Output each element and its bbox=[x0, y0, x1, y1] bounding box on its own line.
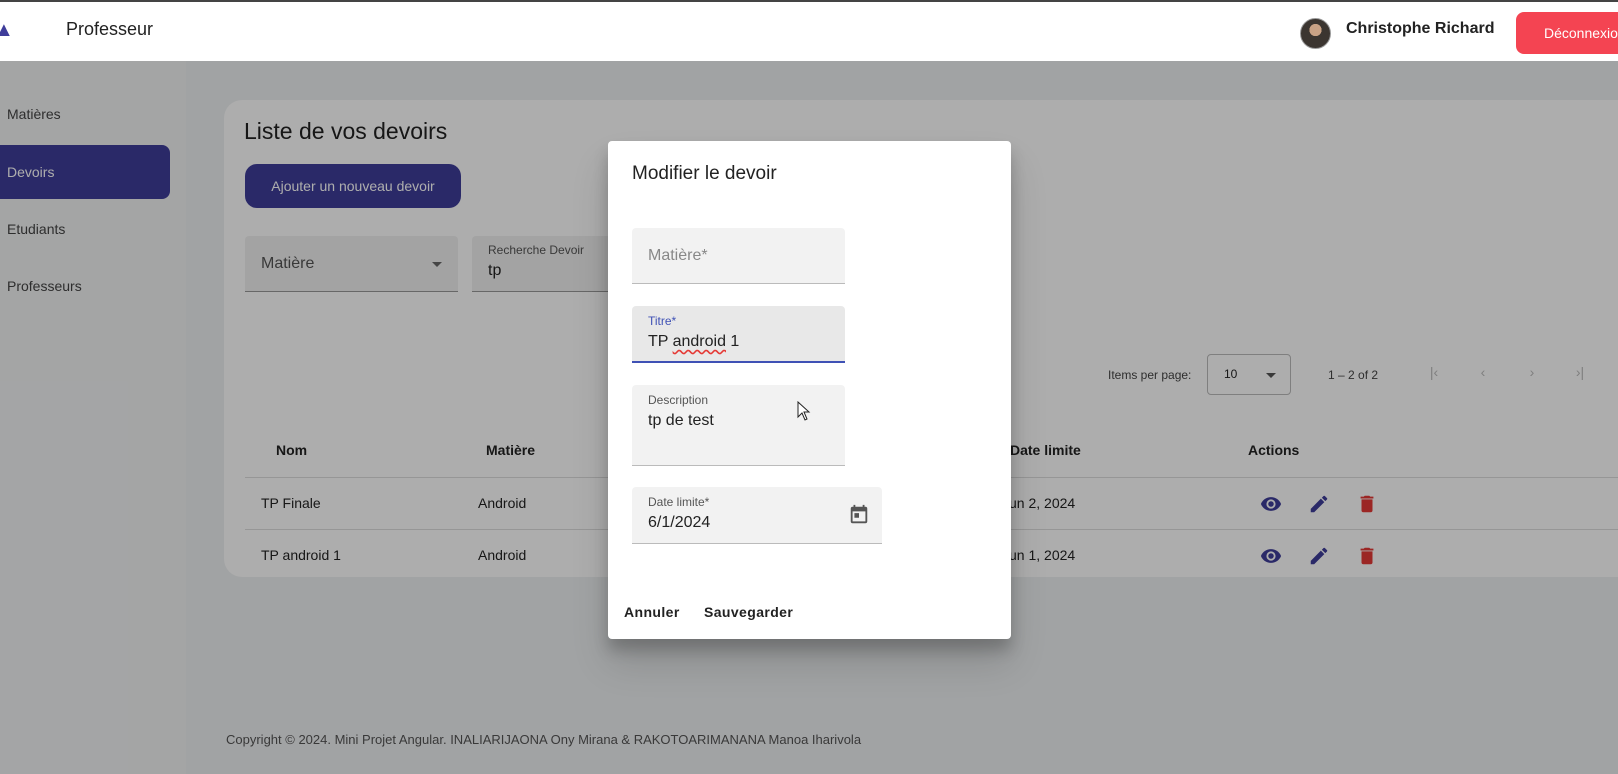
matiere-select[interactable]: Matière* bbox=[632, 228, 845, 284]
user-name: Christophe Richard bbox=[1346, 20, 1495, 37]
date-limite-label: Date limite* bbox=[648, 495, 710, 509]
mouse-cursor-icon bbox=[797, 401, 811, 421]
avatar[interactable] bbox=[1300, 18, 1331, 49]
matiere-placeholder: Matière* bbox=[648, 247, 708, 264]
cancel-button[interactable]: Annuler bbox=[624, 604, 680, 620]
app-title: Professeur bbox=[66, 19, 154, 39]
titre-label: Titre* bbox=[648, 314, 677, 328]
edit-devoir-dialog: Modifier le devoir Matière* Titre* TP an… bbox=[608, 141, 1011, 639]
save-button[interactable]: Sauvegarder bbox=[704, 604, 793, 620]
titre-value: TP android 1 bbox=[648, 333, 740, 350]
calendar-icon[interactable] bbox=[848, 504, 870, 526]
titre-field[interactable]: Titre* TP android 1 bbox=[632, 306, 845, 363]
date-limite-field[interactable]: Date limite* 6/1/2024 bbox=[632, 487, 882, 544]
logout-button[interactable]: Déconnexion bbox=[1516, 12, 1618, 54]
top-header: ▲ Professeur Christophe Richard Déconnex… bbox=[0, 0, 1618, 61]
dialog-title: Modifier le devoir bbox=[632, 163, 777, 184]
date-limite-value: 6/1/2024 bbox=[648, 514, 711, 531]
description-value: tp de test bbox=[648, 412, 714, 429]
app-logo-icon: ▲ bbox=[0, 19, 14, 41]
description-label: Description bbox=[648, 393, 709, 407]
description-field[interactable]: Description tp de test bbox=[632, 385, 845, 466]
